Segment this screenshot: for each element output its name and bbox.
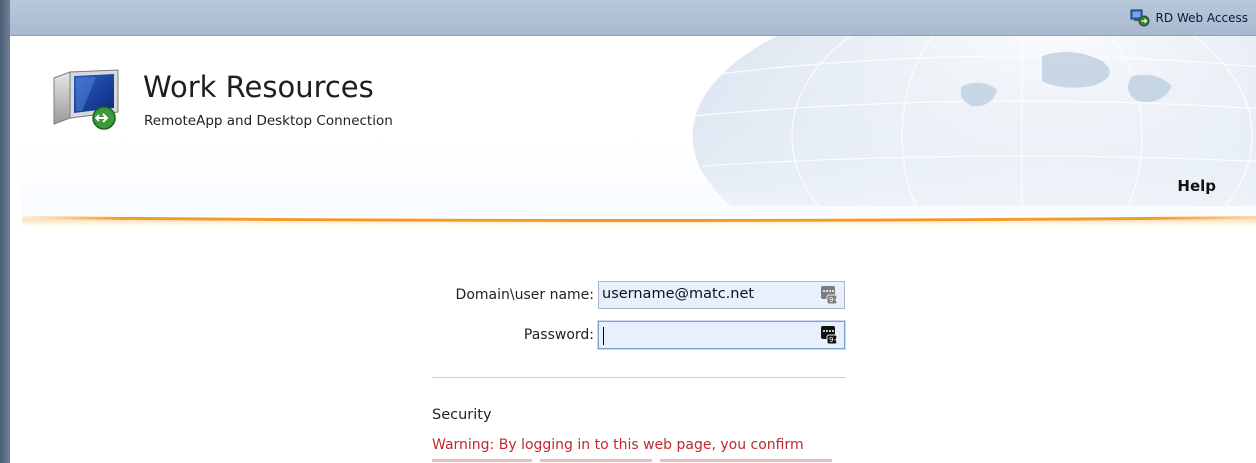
password-field[interactable]: 9+ xyxy=(598,321,845,349)
username-label: Domain\user name: xyxy=(455,287,594,303)
form-divider xyxy=(432,377,846,378)
security-warning-continued-clipped xyxy=(432,456,832,463)
password-label: Password: xyxy=(523,327,594,343)
security-warning: Warning: By logging in to this web page,… xyxy=(432,437,804,453)
security-heading: Security xyxy=(432,407,492,423)
text-caret xyxy=(603,327,604,345)
login-form: Domain\user name: username@matc.net 9+ P… xyxy=(0,0,1256,463)
keyboard-icon: 9+ xyxy=(820,285,839,305)
username-field[interactable]: username@matc.net 9+ xyxy=(598,281,845,309)
svg-text:9+: 9+ xyxy=(829,336,838,344)
keyboard-icon: 9+ xyxy=(820,325,839,345)
username-value: username@matc.net xyxy=(602,286,755,302)
svg-text:9+: 9+ xyxy=(829,296,838,304)
